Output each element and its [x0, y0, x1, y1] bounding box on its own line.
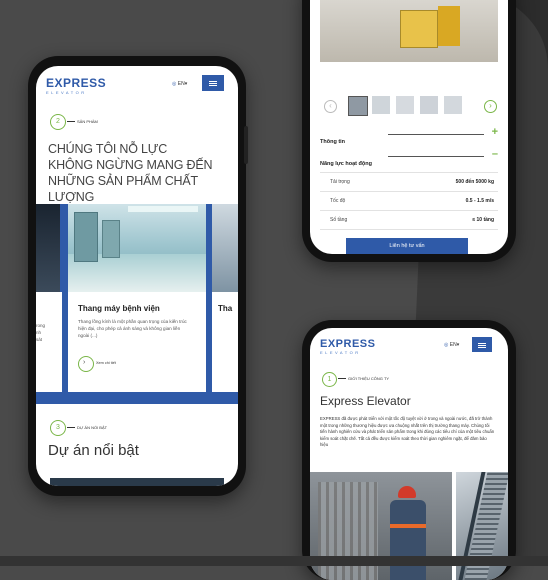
spec-table: Tải trọng 500 đến 5000 kg Tốc độ 0.5 - 1… [320, 172, 498, 230]
spec-key: Tốc độ [330, 198, 346, 204]
accordion-capacity[interactable]: Năng lực hoạt động – [320, 148, 498, 167]
logo[interactable]: EXPRESS ELEVATOR [46, 76, 106, 95]
top-screen: ‹ › Thông tin + Năng lực hoạt động – Tải… [310, 0, 508, 254]
headline-line: KHÔNG NGỪNG MANG ĐẾN [48, 158, 213, 172]
partial-image-left [36, 204, 60, 292]
logo-text: EXPRESS [320, 338, 376, 350]
spec-value: ≤ 10 tầng [472, 217, 494, 223]
phone-top-right: ‹ › Thông tin + Năng lực hoạt động – Tải… [302, 0, 516, 262]
spec-row: Số tầng ≤ 10 tầng [320, 211, 498, 230]
spec-row: Tải trọng 500 đến 5000 kg [320, 172, 498, 192]
company-body: EXPRESS đã được phát triển với một tốc đ… [320, 416, 495, 448]
section3-title: Dự án nổi bật [48, 442, 139, 459]
partial-image-right [212, 204, 238, 292]
language-selector[interactable]: ◎ EN▾ [444, 342, 459, 348]
section-tag: SẢN PHẨM [77, 119, 98, 124]
spec-row: Tốc độ 0.5 - 1.5 m/s [320, 192, 498, 211]
project-image-strip [50, 478, 224, 486]
partial-card-right: Tha [212, 292, 238, 392]
phone-bottom-right: EXPRESS ELEVATOR ◎ EN▾ 1 GIỚI THIỆU CÔNG… [302, 320, 516, 580]
language-label: EN [177, 81, 185, 87]
minus-icon[interactable]: – [492, 148, 498, 160]
worker-body [390, 500, 426, 580]
card-link[interactable]: Xem chi tiết [96, 361, 116, 365]
card-arrow-button[interactable]: › [78, 356, 94, 372]
thumbnail[interactable] [396, 96, 414, 114]
chevron-down-icon: ▾ [184, 81, 188, 87]
phone-left: EXPRESS ELEVATOR ◎ EN▾ 2 SẢN PHẨM CHÚNG … [28, 56, 248, 496]
forklift-shape [400, 10, 438, 48]
product-slider[interactable]: rong nh sát Thang máy bệnh viện Thang lồ… [36, 204, 238, 404]
headline: CHÚNG TÔI NỖ LỰC KHÔNG NGỪNG MANG ĐẾN NH… [48, 141, 238, 205]
spec-key: Số tầng [330, 217, 348, 223]
accordion-info[interactable]: Thông tin + [320, 126, 498, 145]
menu-button[interactable] [472, 337, 492, 352]
section-number: 1 [322, 372, 337, 387]
forklift-cab [438, 6, 460, 46]
thumbnail[interactable] [420, 96, 438, 114]
headline-line: CHÚNG TÔI NỖ LỰC [48, 142, 168, 156]
section-line [338, 378, 346, 379]
section3-tag: DỰ ÁN NỔI BẬT [77, 425, 108, 430]
hamburger-icon [478, 344, 486, 346]
left-screen: EXPRESS ELEVATOR ◎ EN▾ 2 SẢN PHẨM CHÚNG … [36, 66, 238, 486]
worker-vest-stripe [390, 524, 426, 528]
menu-button[interactable] [202, 75, 224, 91]
globe-icon: ◎ [444, 342, 449, 348]
language-label: EN [449, 342, 457, 348]
thumbnail-strip[interactable]: ‹ › [318, 96, 500, 118]
contact-button[interactable]: Liên hệ tư vấn [346, 238, 468, 254]
next-arrow-icon[interactable]: › [484, 100, 497, 113]
hamburger-icon [209, 83, 217, 84]
accordion-label: Năng lực hoạt động [320, 161, 372, 167]
accordion-line [388, 134, 484, 135]
product-photo [320, 0, 498, 62]
elevator-door [102, 220, 120, 258]
card-desc: Thang lồng kính là một phần quan trọng c… [78, 319, 187, 338]
product-image [68, 204, 206, 292]
language-selector[interactable]: ◎ EN▾ [172, 81, 187, 87]
product-card[interactable]: Thang máy bệnh viện Thang lồng kính là m… [68, 292, 206, 392]
plus-icon[interactable]: + [492, 126, 498, 138]
partial-card-left: rong nh sát [36, 292, 62, 392]
spec-value: 500 đến 5000 kg [455, 179, 494, 185]
spec-value: 0.5 - 1.5 m/s [465, 198, 494, 204]
arrow-right-icon: › [83, 359, 86, 366]
partial-card-right-title: Tha [218, 304, 233, 313]
thumbnail[interactable] [444, 96, 462, 114]
section-tag: GIỚI THIỆU CÔNG TY [348, 376, 390, 381]
elevator-door [74, 212, 98, 262]
corridor-light [128, 206, 198, 212]
logo-sub: ELEVATOR [46, 90, 87, 95]
company-title: Express Elevator [320, 394, 411, 408]
section3-number: 3 [50, 420, 66, 436]
prev-arrow-icon[interactable]: ‹ [324, 100, 337, 113]
partial-card-left-text: rong nh sát [36, 323, 46, 342]
worker-helmet [398, 486, 416, 498]
side-button [244, 126, 248, 164]
globe-icon: ◎ [172, 81, 177, 87]
bottom-screen: EXPRESS ELEVATOR ◎ EN▾ 1 GIỚI THIỆU CÔNG… [310, 328, 508, 580]
section-line [67, 121, 75, 122]
accordion-label: Thông tin [320, 139, 346, 145]
section-number: 2 [50, 114, 66, 130]
thumbnail[interactable] [372, 96, 390, 114]
card-title: Thang máy bệnh viện [78, 304, 160, 313]
logo[interactable]: EXPRESS ELEVATOR [320, 338, 375, 355]
spec-key: Tải trọng [330, 179, 350, 185]
logo-text: EXPRESS [46, 76, 107, 90]
accordion-line [388, 156, 484, 157]
logo-sub: ELEVATOR [320, 350, 361, 355]
bottom-shadow-band [0, 556, 548, 566]
thumbnail[interactable] [348, 96, 368, 116]
chevron-down-icon: ▾ [456, 342, 460, 348]
headline-line: NHỮNG SẢN PHẨM CHẤT LƯỢNG [48, 174, 198, 204]
section3-line [67, 427, 75, 428]
